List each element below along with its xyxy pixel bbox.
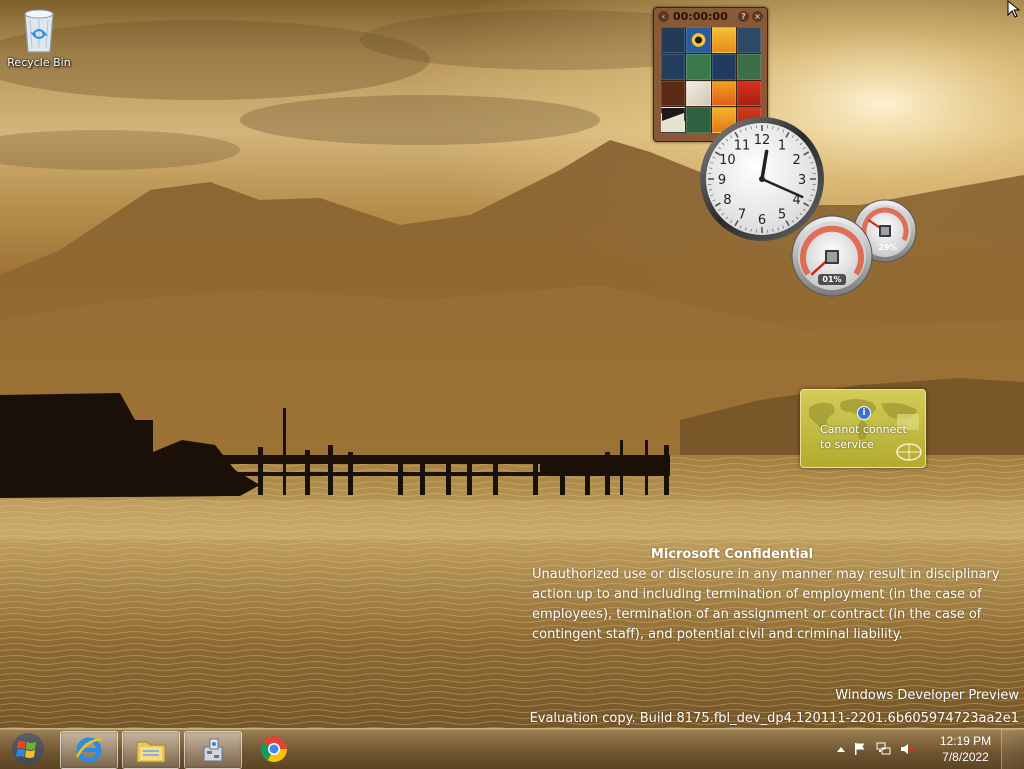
start-button[interactable] bbox=[1, 730, 55, 768]
cpu-meter-gadget[interactable]: 29% 01% bbox=[790, 198, 920, 298]
build-watermark: Windows Developer Preview Evaluation cop… bbox=[530, 684, 1019, 730]
puzzle-tile[interactable] bbox=[712, 81, 736, 107]
puzzle-tile[interactable] bbox=[686, 81, 710, 107]
weather-gadget[interactable]: i Cannot connect to service bbox=[800, 389, 926, 468]
build-string: Evaluation copy. Build 8175.fbl_dev_dp4.… bbox=[530, 707, 1019, 730]
control-panel-icon bbox=[198, 735, 228, 765]
chrome-icon bbox=[259, 734, 289, 764]
cpu-usage-label: 01% bbox=[822, 275, 841, 284]
clock-number: 11 bbox=[734, 138, 751, 153]
puzzle-toolbar: ‹ 00:00:00 ? × bbox=[654, 8, 767, 24]
clock-number: 9 bbox=[718, 173, 726, 188]
show-hidden-icons-icon[interactable] bbox=[834, 745, 848, 753]
notification-area bbox=[834, 729, 920, 769]
puzzle-tile[interactable] bbox=[737, 27, 761, 53]
taskbar-date: 7/8/2022 bbox=[933, 749, 998, 765]
internet-explorer-icon bbox=[74, 735, 104, 765]
clock-number: 1 bbox=[778, 138, 786, 153]
clock-number: 12 bbox=[754, 133, 771, 148]
clock-number: 5 bbox=[778, 208, 786, 223]
weather-error-line2: to service bbox=[820, 437, 920, 452]
puzzle-tile[interactable] bbox=[686, 27, 710, 53]
recycle-bin-icon bbox=[19, 6, 59, 54]
puzzle-tile[interactable] bbox=[661, 27, 685, 53]
puzzle-tile[interactable] bbox=[712, 27, 736, 53]
confidential-body: Unauthorized use or disclosure in any ma… bbox=[532, 565, 1012, 645]
clock-number: 2 bbox=[793, 153, 801, 168]
taskbar-chrome[interactable] bbox=[246, 731, 302, 767]
clock-number: 7 bbox=[738, 208, 746, 223]
clock-number: 6 bbox=[758, 213, 766, 228]
puzzle-tile[interactable] bbox=[661, 81, 685, 107]
volume-muted-icon[interactable] bbox=[896, 742, 920, 756]
clock-number: 10 bbox=[719, 153, 736, 168]
puzzle-timer: 00:00:00 bbox=[673, 10, 728, 23]
puzzle-close-button[interactable]: × bbox=[752, 11, 763, 22]
corner-cursor-icon bbox=[1006, 0, 1022, 18]
info-icon: i bbox=[857, 406, 871, 420]
taskbar: 12:19 PM 7/8/2022 bbox=[0, 728, 1024, 769]
puzzle-tile[interactable] bbox=[712, 54, 736, 80]
puzzle-tile[interactable] bbox=[686, 54, 710, 80]
taskbar-internet-explorer[interactable] bbox=[60, 731, 118, 769]
action-center-flag-icon[interactable] bbox=[848, 742, 872, 756]
product-name: Windows Developer Preview bbox=[530, 684, 1019, 707]
network-icon[interactable] bbox=[872, 742, 896, 756]
weather-error-line1: Cannot connect bbox=[820, 422, 920, 437]
windows-logo-icon bbox=[11, 732, 45, 766]
taskbar-file-explorer[interactable] bbox=[122, 731, 180, 769]
puzzle-tile[interactable] bbox=[661, 54, 685, 80]
puzzle-tile[interactable] bbox=[661, 107, 685, 133]
weather-error-message: Cannot connect to service bbox=[820, 422, 920, 452]
clock-number: 3 bbox=[798, 173, 806, 188]
puzzle-tile[interactable] bbox=[737, 81, 761, 107]
confidential-title: Microsoft Confidential bbox=[452, 545, 1012, 565]
puzzle-help-button[interactable]: ? bbox=[738, 11, 749, 22]
taskbar-time: 12:19 PM bbox=[933, 733, 998, 749]
puzzle-prev-button[interactable]: ‹ bbox=[658, 11, 669, 22]
taskbar-clock[interactable]: 12:19 PM 7/8/2022 bbox=[933, 733, 998, 765]
show-desktop-button[interactable] bbox=[1001, 729, 1024, 769]
clock-number: 8 bbox=[723, 193, 731, 208]
taskbar-control-panel[interactable] bbox=[184, 731, 242, 769]
puzzle-tile[interactable] bbox=[737, 54, 761, 80]
recycle-bin-label: Recycle Bin bbox=[4, 56, 74, 69]
desktop-wallpaper bbox=[0, 0, 1024, 768]
memory-usage-label: 29% bbox=[878, 243, 897, 252]
folder-icon bbox=[135, 736, 167, 764]
confidential-notice: Microsoft Confidential Unauthorized use … bbox=[532, 545, 1012, 645]
recycle-bin[interactable]: Recycle Bin bbox=[4, 6, 74, 69]
